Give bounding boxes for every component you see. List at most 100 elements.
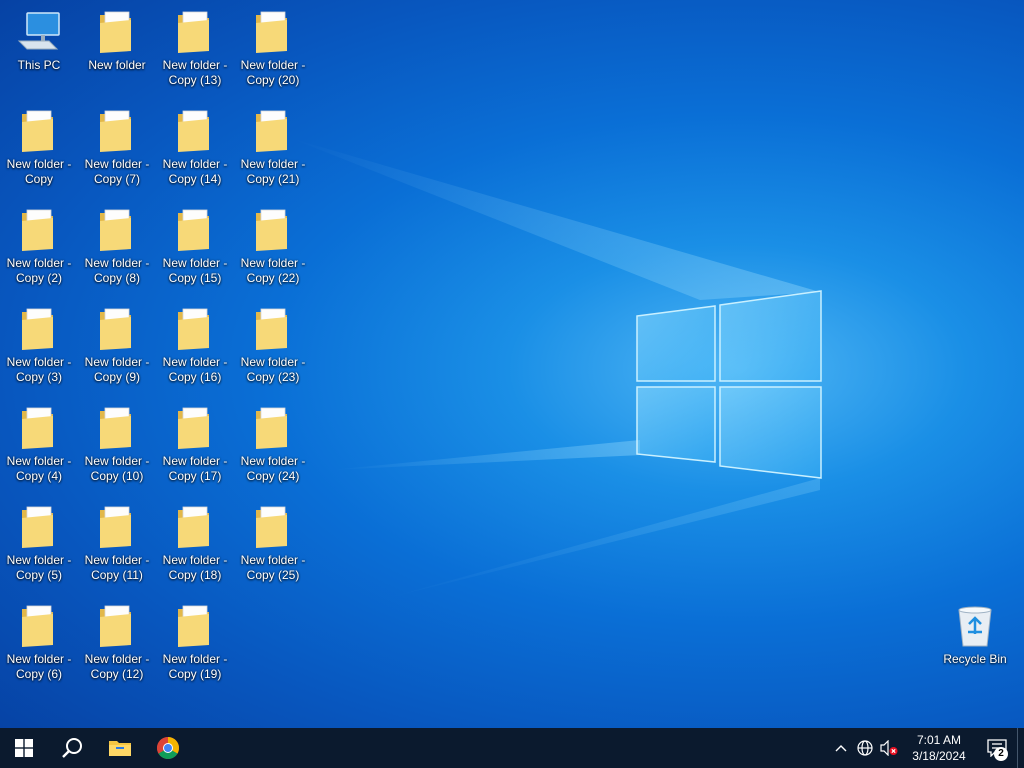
search-icon <box>62 738 82 758</box>
folder-icon <box>171 503 219 551</box>
desktop-icon-label: New folder - Copy (3) <box>6 355 72 384</box>
network-globe-icon <box>857 740 873 756</box>
recycle-bin-label: Recycle Bin <box>943 652 1007 666</box>
taskbar: 7:01 AM 3/18/2024 2 <box>0 728 1024 768</box>
action-center-button[interactable]: 2 <box>977 728 1017 768</box>
clock[interactable]: 7:01 AM 3/18/2024 <box>901 732 977 764</box>
desktop-icon-folder-copy-22[interactable]: New folder - Copy (22) <box>234 206 312 286</box>
desktop-icon-label: New folder - Copy <box>6 157 72 186</box>
folder-icon <box>249 305 297 353</box>
folder-icon <box>249 8 297 56</box>
volume-button[interactable] <box>877 728 901 768</box>
desktop-icon-folder-copy-12[interactable]: New folder - Copy (12) <box>78 602 156 682</box>
computer-icon <box>15 8 63 56</box>
desktop-icon-folder-copy-4[interactable]: New folder - Copy (4) <box>0 404 78 484</box>
desktop-icon-folder-copy-13[interactable]: New folder - Copy (13) <box>156 8 234 88</box>
desktop-icon-label: New folder - Copy (22) <box>240 256 306 285</box>
desktop-icon-folder-copy[interactable]: New folder - Copy <box>0 107 78 187</box>
folder-icon <box>171 107 219 155</box>
desktop-icon-label: New folder - Copy (18) <box>162 553 228 582</box>
recycle-bin[interactable]: Recycle Bin <box>936 602 1014 667</box>
folder-icon <box>93 107 141 155</box>
start-button[interactable] <box>0 728 48 768</box>
desktop-icon-label: New folder - Copy (4) <box>6 454 72 483</box>
desktop-icon-folder-copy-3[interactable]: New folder - Copy (3) <box>0 305 78 385</box>
folder-icon <box>15 503 63 551</box>
show-desktop-button[interactable] <box>1017 728 1024 768</box>
folder-icon <box>15 602 63 650</box>
chevron-up-icon <box>835 745 847 752</box>
folder-icon <box>15 305 63 353</box>
desktop-icon-folder-copy-11[interactable]: New folder - Copy (11) <box>78 503 156 583</box>
folder-icon <box>171 206 219 254</box>
folder-icon <box>15 206 63 254</box>
desktop-icon-label: New folder - Copy (8) <box>84 256 150 285</box>
folder-icon <box>249 503 297 551</box>
folder-icon <box>171 305 219 353</box>
folder-icon <box>15 404 63 452</box>
desktop-icon-label: New folder - Copy (10) <box>84 454 150 483</box>
desktop-icon-folder-copy-14[interactable]: New folder - Copy (14) <box>156 107 234 187</box>
desktop-icon-folder-copy-17[interactable]: New folder - Copy (17) <box>156 404 234 484</box>
desktop-icon-label: This PC <box>17 58 61 72</box>
folder-icon <box>15 107 63 155</box>
file-explorer-icon <box>109 741 131 756</box>
desktop-icon-folder-copy-9[interactable]: New folder - Copy (9) <box>78 305 156 385</box>
search-button[interactable] <box>48 728 96 768</box>
desktop-icon-label: New folder - Copy (11) <box>84 553 150 582</box>
desktop-icon-label: New folder - Copy (21) <box>240 157 306 186</box>
desktop-icon-label: New folder - Copy (19) <box>162 652 228 681</box>
desktop-icon-folder-new[interactable]: New folder <box>78 8 156 73</box>
recycle-bin-icon <box>951 602 999 650</box>
desktop-icon-label: New folder - Copy (9) <box>84 355 150 384</box>
folder-icon <box>171 602 219 650</box>
show-hidden-icons-button[interactable] <box>829 728 853 768</box>
desktop-icon-folder-copy-2[interactable]: New folder - Copy (2) <box>0 206 78 286</box>
desktop-icon-folder-copy-10[interactable]: New folder - Copy (10) <box>78 404 156 484</box>
desktop-icon-folder-copy-16[interactable]: New folder - Copy (16) <box>156 305 234 385</box>
desktop-icon-folder-copy-7[interactable]: New folder - Copy (7) <box>78 107 156 187</box>
desktop[interactable]: This PC New folder New folder - Copy (13) N… <box>0 0 1024 728</box>
folder-icon <box>171 8 219 56</box>
desktop-icon-label: New folder <box>88 58 146 72</box>
desktop-icon-folder-copy-19[interactable]: New folder - Copy (19) <box>156 602 234 682</box>
chrome-button[interactable] <box>144 728 192 768</box>
desktop-icon-label: New folder - Copy (25) <box>240 553 306 582</box>
folder-icon <box>93 503 141 551</box>
system-tray: 7:01 AM 3/18/2024 2 <box>829 728 1024 768</box>
folder-icon <box>249 206 297 254</box>
desktop-icon-folder-copy-6[interactable]: New folder - Copy (6) <box>0 602 78 682</box>
notification-count-badge: 2 <box>994 747 1008 761</box>
desktop-icon-folder-copy-8[interactable]: New folder - Copy (8) <box>78 206 156 286</box>
desktop-icon-folder-copy-24[interactable]: New folder - Copy (24) <box>234 404 312 484</box>
folder-icon <box>93 305 141 353</box>
clock-date: 3/18/2024 <box>912 749 966 763</box>
desktop-icon-folder-copy-15[interactable]: New folder - Copy (15) <box>156 206 234 286</box>
chrome-icon <box>157 737 179 759</box>
windows-logo-icon <box>15 739 33 757</box>
speaker-muted-icon <box>880 740 898 756</box>
file-explorer-button[interactable] <box>96 728 144 768</box>
folder-icon <box>93 8 141 56</box>
folder-icon <box>249 107 297 155</box>
desktop-icon-label: New folder - Copy (15) <box>162 256 228 285</box>
desktop-icon-label: New folder - Copy (5) <box>6 553 72 582</box>
desktop-icon-label: New folder - Copy (7) <box>84 157 150 186</box>
desktop-icon-folder-copy-25[interactable]: New folder - Copy (25) <box>234 503 312 583</box>
folder-icon <box>93 206 141 254</box>
desktop-icon-label: New folder - Copy (20) <box>240 58 306 87</box>
desktop-icon-label: New folder - Copy (23) <box>240 355 306 384</box>
desktop-icon-label: New folder - Copy (12) <box>84 652 150 681</box>
folder-icon <box>249 404 297 452</box>
desktop-icon-this-pc[interactable]: This PC <box>0 8 78 73</box>
desktop-icon-label: New folder - Copy (17) <box>162 454 228 483</box>
desktop-icon-folder-copy-18[interactable]: New folder - Copy (18) <box>156 503 234 583</box>
desktop-icon-label: New folder - Copy (13) <box>162 58 228 87</box>
folder-icon <box>93 404 141 452</box>
desktop-icon-folder-copy-5[interactable]: New folder - Copy (5) <box>0 503 78 583</box>
network-button[interactable] <box>853 728 877 768</box>
desktop-icon-folder-copy-21[interactable]: New folder - Copy (21) <box>234 107 312 187</box>
desktop-icon-folder-copy-20[interactable]: New folder - Copy (20) <box>234 8 312 88</box>
desktop-icon-label: New folder - Copy (2) <box>6 256 72 285</box>
desktop-icon-folder-copy-23[interactable]: New folder - Copy (23) <box>234 305 312 385</box>
